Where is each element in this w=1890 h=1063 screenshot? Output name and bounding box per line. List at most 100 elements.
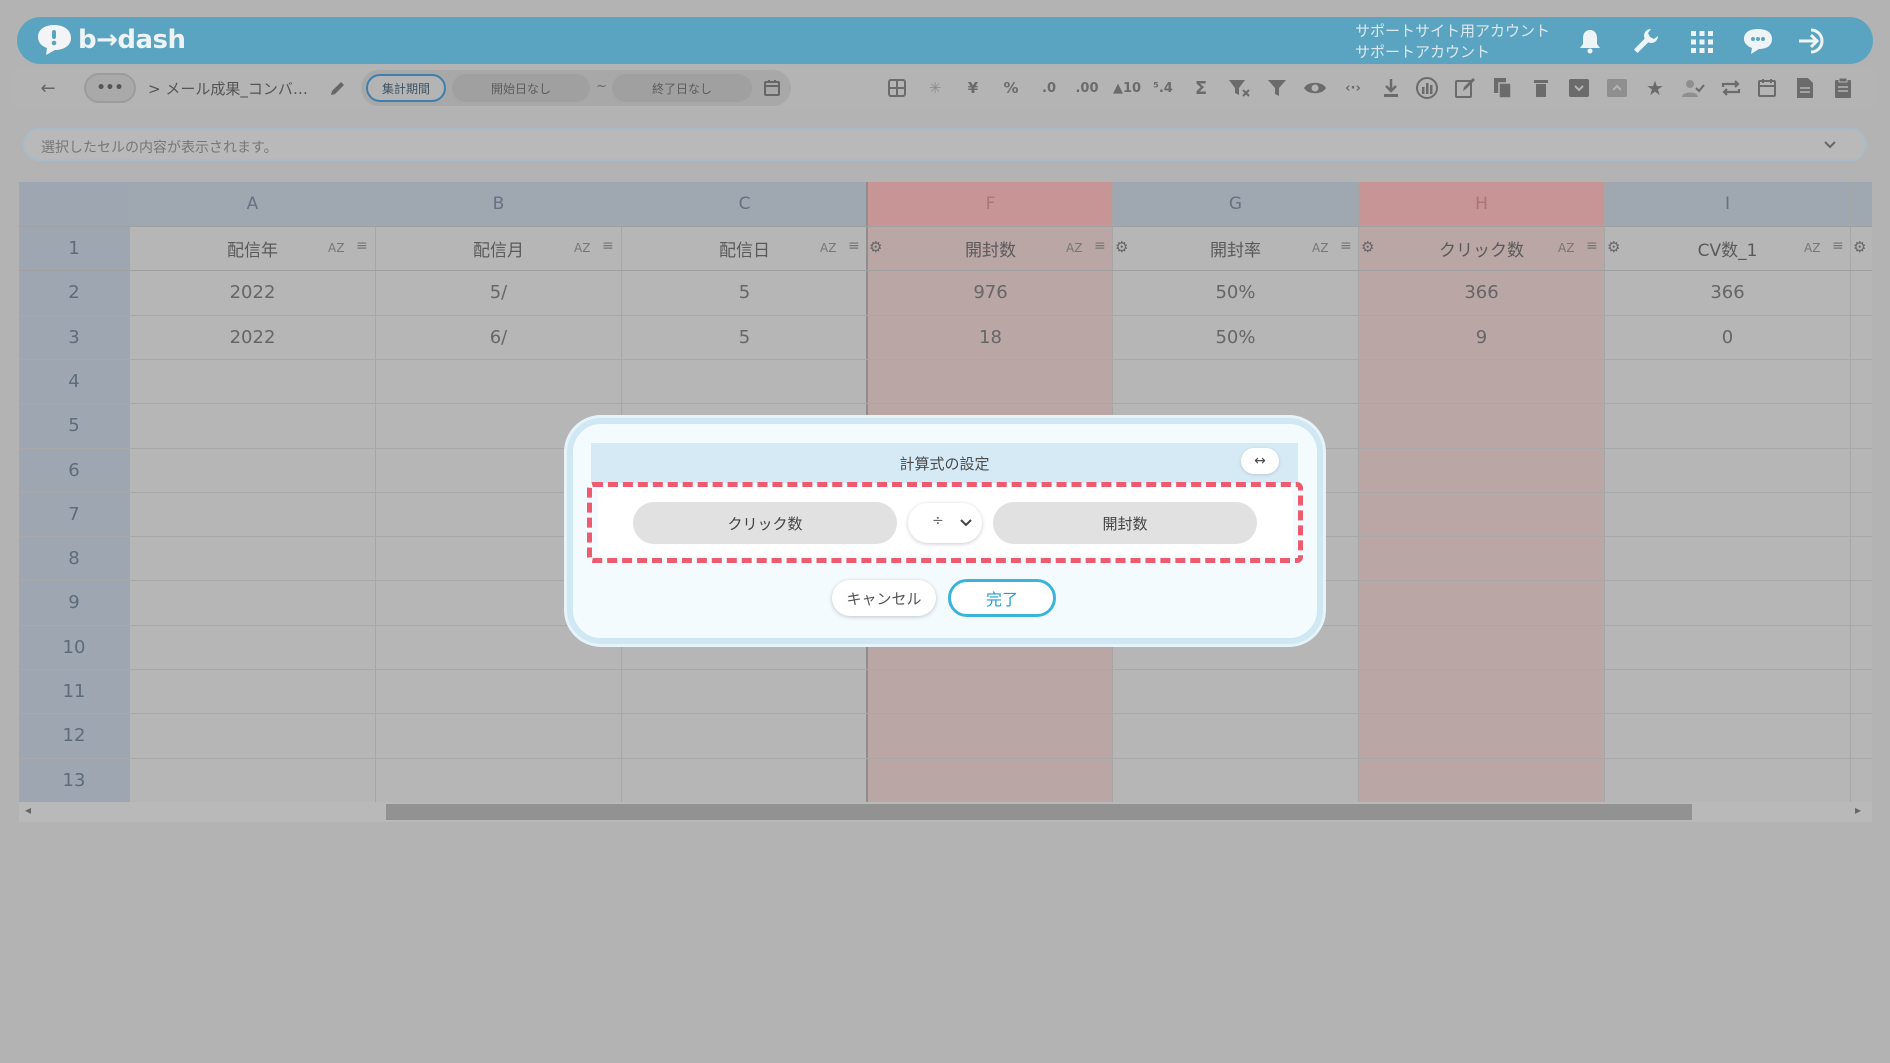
column-letter-b[interactable]: B <box>376 182 621 226</box>
period-label-button[interactable]: 集計期間 <box>366 74 446 102</box>
table-cell[interactable]: 366 <box>1359 270 1604 315</box>
row-number[interactable]: 3 <box>19 315 129 359</box>
bell-icon[interactable] <box>1576 27 1604 55</box>
table-cell[interactable]: 2022 <box>130 315 375 359</box>
user-check-icon[interactable] <box>1679 76 1707 100</box>
start-date-field[interactable]: 開始日なし <box>452 74 590 102</box>
calendar-picker-icon[interactable] <box>760 76 784 100</box>
chevron-down-icon[interactable] <box>1818 133 1842 157</box>
scrollbar-thumb[interactable] <box>386 804 1692 820</box>
decimal-increase-icon[interactable]: .00 <box>1073 76 1101 100</box>
scroll-right-icon[interactable]: ▸ <box>1855 803 1861 817</box>
table-cell[interactable]: 5 <box>622 315 867 359</box>
back-arrow-icon[interactable]: ← <box>36 76 60 100</box>
table-cell[interactable]: 976 <box>868 270 1113 315</box>
document-icon[interactable] <box>1791 76 1819 100</box>
right-operand-select[interactable]: 開封数 <box>993 502 1257 544</box>
sort-az-icon[interactable]: AZ <box>1804 241 1820 255</box>
star-icon[interactable]: ★ <box>1641 76 1669 100</box>
pencil-icon[interactable] <box>326 76 350 100</box>
column-letter-f[interactable]: F <box>868 182 1113 226</box>
filter-clear-icon[interactable] <box>1225 76 1253 100</box>
percent-icon[interactable]: % <box>997 76 1025 100</box>
apps-grid-icon[interactable] <box>1687 27 1717 57</box>
row-number[interactable]: 7 <box>19 492 129 536</box>
chart-icon[interactable] <box>1413 76 1441 100</box>
cancel-button[interactable]: キャンセル <box>832 580 936 616</box>
row-number[interactable]: 9 <box>19 580 129 625</box>
code-icon[interactable]: ‹·› <box>1339 76 1367 100</box>
table-cell[interactable]: 5/ <box>376 270 621 315</box>
loading-icon[interactable]: ✳ <box>921 76 949 100</box>
row-number[interactable]: 1 <box>19 226 129 270</box>
gear-icon[interactable]: ⚙ <box>869 238 882 256</box>
filter-lines-icon[interactable]: ≡ <box>1094 238 1106 254</box>
wrench-icon[interactable] <box>1630 25 1662 57</box>
filter-lines-icon[interactable]: ≡ <box>356 238 368 254</box>
gear-icon[interactable]: ⚙ <box>1115 238 1128 256</box>
row-number[interactable]: 13 <box>19 758 129 802</box>
table-cell[interactable]: 50% <box>1113 270 1358 315</box>
scale-icon[interactable]: ⁵.4 <box>1149 76 1177 100</box>
breadcrumb[interactable]: > メール成果_コンバ… <box>148 78 308 99</box>
left-operand-select[interactable]: クリック数 <box>633 502 897 544</box>
sigma-icon[interactable]: Σ <box>1187 76 1215 100</box>
formula-bar[interactable] <box>23 128 1867 161</box>
trash-icon[interactable] <box>1527 76 1555 100</box>
end-date-field[interactable]: 終了日なし <box>612 74 752 102</box>
column-letter-a[interactable]: A <box>130 182 375 226</box>
table-cell[interactable]: 50% <box>1113 315 1358 359</box>
row-number[interactable]: 2 <box>19 270 129 315</box>
sort-az-icon[interactable]: AZ <box>328 241 344 255</box>
support-chat-icon[interactable] <box>1740 24 1776 58</box>
repeat-icon[interactable] <box>1717 76 1745 100</box>
number-format-icon[interactable]: ▲10 <box>1111 76 1143 100</box>
done-button[interactable]: 完了 <box>948 579 1056 617</box>
table-cell[interactable]: 2022 <box>130 270 375 315</box>
more-button[interactable]: ••• <box>84 73 136 103</box>
copy-icon[interactable] <box>1489 76 1517 100</box>
sort-az-icon[interactable]: AZ <box>1312 241 1328 255</box>
table-cell[interactable]: 0 <box>1605 315 1850 359</box>
filter-lines-icon[interactable]: ≡ <box>1340 238 1352 254</box>
filter-lines-icon[interactable]: ≡ <box>848 238 860 254</box>
table-cell[interactable]: 5 <box>622 270 867 315</box>
calendar-icon[interactable] <box>1753 76 1781 100</box>
edit-icon[interactable] <box>1451 76 1479 100</box>
archive-disabled-icon[interactable] <box>1603 76 1631 100</box>
scroll-left-icon[interactable]: ◂ <box>25 803 31 817</box>
column-letter-g[interactable]: G <box>1113 182 1358 226</box>
logout-icon[interactable] <box>1795 25 1831 57</box>
sort-az-icon[interactable]: AZ <box>1558 241 1574 255</box>
table-icon[interactable] <box>883 76 911 100</box>
archive-icon[interactable] <box>1565 76 1593 100</box>
table-cell[interactable]: 18 <box>868 315 1113 359</box>
table-cell[interactable]: 6/ <box>376 315 621 359</box>
row-number[interactable]: 6 <box>19 448 129 492</box>
row-number[interactable]: 4 <box>19 359 129 403</box>
gear-icon[interactable]: ⚙ <box>1607 238 1620 256</box>
eye-icon[interactable] <box>1301 76 1329 100</box>
filter-lines-icon[interactable]: ≡ <box>1832 238 1844 254</box>
row-number[interactable]: 5 <box>19 403 129 448</box>
gear-icon[interactable]: ⚙ <box>1853 238 1866 256</box>
column-letter-h[interactable]: H <box>1359 182 1604 226</box>
filter-icon[interactable] <box>1263 76 1291 100</box>
row-number[interactable]: 12 <box>19 713 129 758</box>
decimal-decrease-icon[interactable]: .0 <box>1035 76 1063 100</box>
clipboard-icon[interactable] <box>1829 76 1857 100</box>
row-number[interactable]: 11 <box>19 669 129 713</box>
gear-icon[interactable]: ⚙ <box>1361 238 1374 256</box>
download-icon[interactable] <box>1377 76 1405 100</box>
table-cell[interactable]: 366 <box>1605 270 1850 315</box>
sort-az-icon[interactable]: AZ <box>820 241 836 255</box>
table-cell[interactable]: 9 <box>1359 315 1604 359</box>
swap-button[interactable]: ↔ <box>1241 448 1279 474</box>
sort-az-icon[interactable]: AZ <box>574 241 590 255</box>
filter-lines-icon[interactable]: ≡ <box>1586 238 1598 254</box>
row-number[interactable]: 8 <box>19 536 129 580</box>
filter-lines-icon[interactable]: ≡ <box>602 238 614 254</box>
yen-icon[interactable]: ¥ <box>959 76 987 100</box>
sort-az-icon[interactable]: AZ <box>1066 241 1082 255</box>
column-letter-i[interactable]: I <box>1605 182 1850 226</box>
